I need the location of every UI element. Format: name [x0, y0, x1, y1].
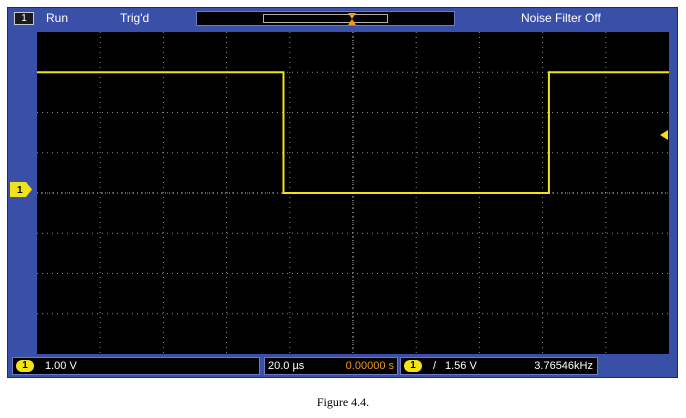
- status-bar: 1 Run Trig'd Noise Filter Off: [8, 8, 677, 30]
- trigger-channel-badge: 1: [404, 360, 422, 372]
- channel-1-scale-box[interactable]: 1 1.00 V: [12, 357, 260, 375]
- channel-1-ground-marker[interactable]: 1: [10, 182, 32, 197]
- trigger-level-marker[interactable]: [660, 130, 668, 140]
- time-per-div: 20.0 µs: [268, 360, 305, 372]
- trigger-position-icon: [348, 13, 356, 25]
- trigger-box[interactable]: 1 / 1.56 V 3.76546kHz: [400, 357, 598, 375]
- timebase-box[interactable]: 20.0 µs 0.00000 s: [264, 357, 398, 375]
- oscilloscope-display: 1 Run Trig'd Noise Filter Off 1 1 1.00 V…: [7, 7, 678, 378]
- figure-caption: Figure 4.4.: [316, 395, 370, 409]
- svg-text:1: 1: [17, 185, 23, 196]
- volts-per-div: 1.00 V: [45, 360, 77, 372]
- trigger-slope-icon: /: [433, 360, 437, 372]
- waveform-screen: [37, 32, 669, 354]
- trigger-level: 1.56 V: [445, 360, 477, 372]
- run-status[interactable]: Run: [46, 11, 68, 25]
- record-view-window: [263, 14, 388, 23]
- noise-filter-status[interactable]: Noise Filter Off: [521, 11, 601, 25]
- time-offset: 0.00000 s: [345, 360, 394, 372]
- record-length-bar: [196, 11, 455, 26]
- graticule: [37, 32, 669, 354]
- measurement-bar: 1 1.00 V 20.0 µs 0.00000 s 1 / 1.56 V 3.…: [8, 354, 677, 378]
- channel-icon: 1: [14, 12, 34, 25]
- channel-1-badge: 1: [16, 360, 34, 372]
- trigger-status: Trig'd: [120, 11, 150, 25]
- frequency-readout: 3.76546kHz: [534, 360, 593, 372]
